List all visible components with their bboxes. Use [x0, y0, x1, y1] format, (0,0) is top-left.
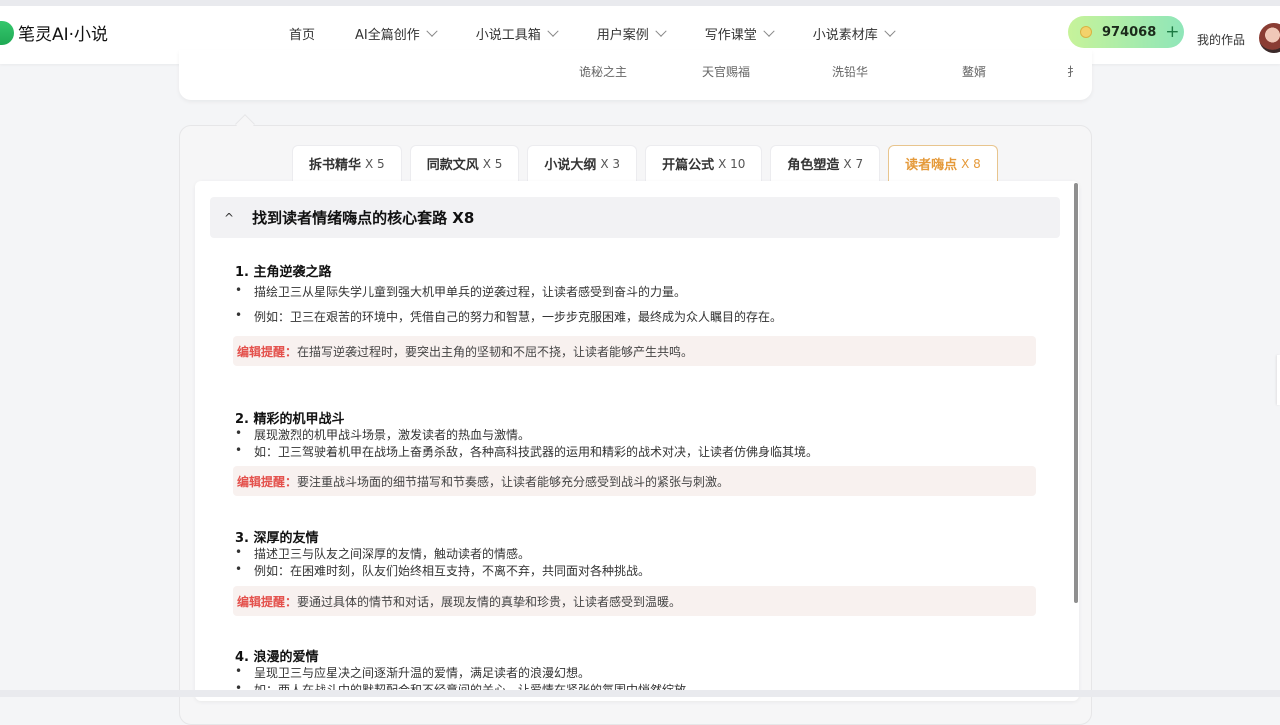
item-title: 3. 深厚的友情 — [235, 531, 319, 546]
bullet-text: 例如：在困难时刻，队友们始终相互支持，不离不弃，共同面对各种挑战。 — [254, 564, 651, 578]
chevron-down-icon — [763, 25, 775, 37]
tip-text: 要注重战斗场面的细节描写和节奏感，让读者能够充分感受到战斗的紧张与刺激。 — [297, 474, 730, 489]
nav-label: AI全篇创作 — [355, 28, 420, 43]
bullet-text: 描述卫三与队友之间深厚的友情，触动读者的情感。 — [254, 547, 531, 561]
bullet-text: 描绘卫三从星际失学儿童到强大机甲单兵的逆袭过程，让读者感受到奋斗的力量。 — [254, 285, 687, 299]
list-item: 例如：卫三在艰苦的环境中，凭借自己的努力和智慧，一步步克服困难，最终成为众人瞩目… — [235, 308, 783, 325]
tab-label: 同款文风 — [426, 158, 479, 173]
tab-label: 开篇公式 — [662, 158, 715, 173]
chevron-down-icon — [655, 25, 667, 37]
window-bottom-edge — [0, 690, 1280, 697]
chevron-down-icon — [884, 25, 896, 37]
tab-label: 读者嗨点 — [905, 158, 958, 173]
list-item: 呈现卫三与应星决之间逐渐升温的爱情，满足读者的浪漫幻想。 — [235, 664, 591, 681]
nav-label: 首页 — [289, 28, 316, 43]
nav-novel-toolbox[interactable]: 小说工具箱 — [475, 24, 559, 43]
list-item: 如：卫三驾驶着机甲在战场上奋勇杀敌，各种高科技武器的运用和精彩的战术对决，让读者… — [235, 443, 819, 460]
editor-tip: 编辑提醒： 在描写逆袭过程时，要突出主角的坚韧和不屈不挠，让读者能够产生共鸣。 — [233, 336, 1036, 366]
tip-label: 编辑提醒： — [237, 344, 298, 359]
nav-label: 用户案例 — [596, 28, 649, 43]
add-coins-icon[interactable]: + — [1165, 22, 1179, 42]
tab-label: 拆书精华 — [309, 158, 362, 173]
list-item: 描绘卫三从星际失学儿童到强大机甲单兵的逆袭过程，让读者感受到奋斗的力量。 — [235, 283, 687, 300]
tip-text: 在描写逆袭过程时，要突出主角的坚韧和不屈不挠，让读者能够产生共鸣。 — [297, 344, 694, 359]
nav-user-cases[interactable]: 用户案例 — [596, 24, 667, 43]
tab-same-style[interactable]: 同款文风 X 5 — [409, 145, 520, 181]
tab-count: X 10 — [718, 156, 746, 171]
tab-label: 角色塑造 — [787, 158, 840, 173]
book-name[interactable]: 诡秘之主 — [579, 63, 627, 80]
item-title: 4. 浪漫的爱情 — [235, 650, 319, 665]
nav-novel-materials[interactable]: 小说素材库 — [812, 24, 896, 43]
nav-ai-full-creation[interactable]: AI全篇创作 — [355, 24, 438, 43]
bullet-text: 如：卫三驾驶着机甲在战场上奋勇杀敌，各种高科技武器的运用和精彩的战术对决，让读者… — [254, 445, 819, 459]
main-nav: 首页 AI全篇创作 小说工具箱 用户案例 写作课堂 小说素材库 — [289, 24, 934, 43]
logo-icon — [0, 20, 14, 45]
content-scrollbar[interactable] — [1074, 183, 1078, 603]
tab-count: X 5 — [482, 156, 503, 171]
nav-writing-class[interactable]: 写作课堂 — [704, 24, 775, 43]
coin-value: 974068 — [1102, 24, 1157, 40]
tab-count: X 7 — [843, 156, 864, 171]
tab-character-building[interactable]: 角色塑造 X 7 — [770, 145, 881, 181]
avatar[interactable] — [1259, 23, 1280, 53]
tab-opening-formula[interactable]: 开篇公式 X 10 — [645, 145, 763, 181]
tab-label: 小说大纲 — [544, 158, 597, 173]
tab-novel-outline[interactable]: 小说大纲 X 3 — [527, 145, 638, 181]
chevron-down-icon — [547, 25, 559, 37]
bullet-text: 展现激烈的机甲战斗场景，激发读者的热血与激情。 — [254, 428, 531, 442]
my-works-link[interactable]: 我的作品 — [1197, 31, 1245, 48]
section-header[interactable]: ^ 找到读者情绪嗨点的核心套路 X8 — [210, 197, 1060, 238]
item-title: 1. 主角逆袭之路 — [235, 265, 332, 280]
book-name[interactable]: 天官赐福 — [702, 63, 750, 80]
nav-label: 小说工具箱 — [475, 28, 541, 43]
brand-logo[interactable]: 笔灵AI·小说 — [0, 20, 108, 45]
analysis-tabs: 拆书精华 X 5 同款文风 X 5 小说大纲 X 3 开篇公式 X 10 角色塑造 X 7… — [292, 145, 1006, 181]
book-name[interactable]: 扌 — [1067, 63, 1075, 80]
editor-tip: 编辑提醒： 要注重战斗场面的细节描写和节奏感，让读者能够充分感受到战斗的紧张与刺激… — [233, 466, 1036, 496]
coin-icon — [1080, 26, 1092, 38]
tab-book-essence[interactable]: 拆书精华 X 5 — [292, 145, 402, 181]
list-item: 例如：在困难时刻，队友们始终相互支持，不离不弃，共同面对各种挑战。 — [235, 562, 651, 579]
tip-text: 要通过具体的情节和对话，展现友情的真挚和珍贵，让读者感受到温暖。 — [297, 594, 682, 609]
brand-name: 笔灵AI·小说 — [18, 25, 109, 45]
tab-count: X 5 — [365, 156, 385, 171]
chevron-down-icon — [426, 25, 438, 37]
list-item: 展现激烈的机甲战斗场景，激发读者的热血与激情。 — [235, 426, 531, 443]
section-title: 找到读者情绪嗨点的核心套路 X8 — [252, 209, 475, 227]
tab-count: X 8 — [961, 156, 981, 171]
tab-reader-highlights[interactable]: 读者嗨点 X 8 — [888, 145, 998, 181]
bullet-text: 呈现卫三与应星决之间逐渐升温的爱情，满足读者的浪漫幻想。 — [254, 666, 591, 680]
coin-balance-button[interactable]: 974068 + — [1068, 16, 1184, 48]
book-names-card — [179, 50, 1092, 100]
book-name[interactable]: 洗铅华 — [832, 63, 868, 80]
nav-label: 写作课堂 — [704, 28, 757, 43]
bullet-text: 例如：卫三在艰苦的环境中，凭借自己的努力和智慧，一步步克服困难，最终成为众人瞩目… — [254, 310, 783, 324]
tip-label: 编辑提醒： — [237, 474, 298, 489]
collapse-caret-icon[interactable]: ^ — [224, 211, 234, 225]
book-name[interactable]: 鳌婿 — [962, 63, 986, 80]
tab-count: X 3 — [600, 156, 621, 171]
nav-label: 小说素材库 — [812, 28, 878, 43]
item-title: 2. 精彩的机甲战斗 — [235, 412, 345, 427]
list-item: 描述卫三与队友之间深厚的友情，触动读者的情感。 — [235, 545, 531, 562]
nav-home[interactable]: 首页 — [289, 24, 315, 43]
editor-tip: 编辑提醒： 要通过具体的情节和对话，展现友情的真挚和珍贵，让读者感受到温暖。 — [233, 586, 1036, 616]
tip-label: 编辑提醒： — [237, 594, 298, 609]
